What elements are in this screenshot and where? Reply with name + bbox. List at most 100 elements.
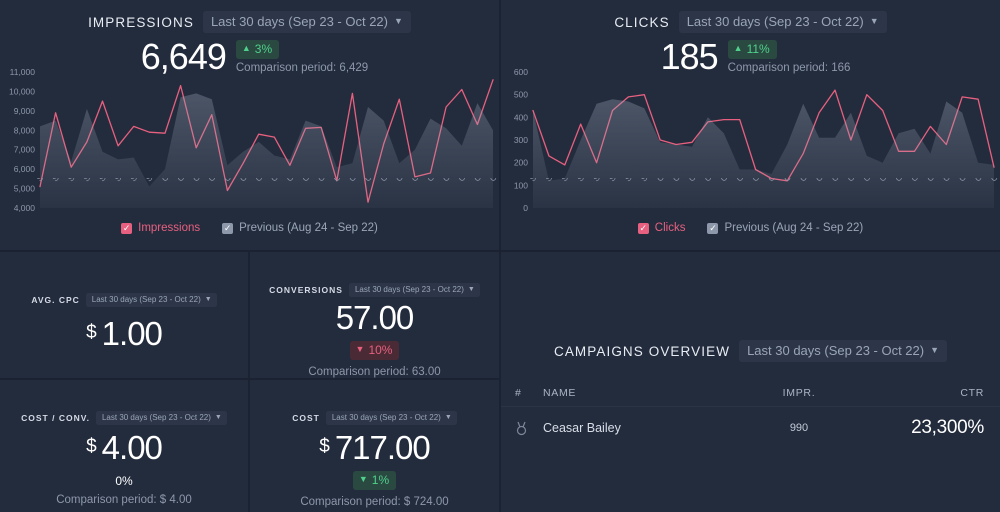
svg-text:Oct 22: Oct 22 (989, 178, 1000, 183)
clicks-delta-value: 11% (746, 41, 770, 56)
conversions-title: CONVERSIONS (269, 284, 343, 295)
cost-card: COST Last 30 days (Sep 23 - Oct 22) ▼ $ … (250, 380, 499, 512)
cost-delta-badge: ▼ 1% (352, 470, 397, 490)
impressions-date-range-label: Last 30 days (Sep 23 - Oct 22) (210, 14, 388, 29)
campaign-name-label: Ceasar Bailey (543, 421, 621, 435)
impressions-panel: IMPRESSIONS Last 30 days (Sep 23 - Oct 2… (0, 0, 511, 250)
conversions-date-range-selector[interactable]: Last 30 days (Sep 23 - Oct 22) ▼ (348, 283, 480, 297)
arrow-up-icon: ▲ (241, 43, 251, 54)
checkbox-checked-icon[interactable]: ✓ (222, 222, 234, 234)
checkbox-checked-icon[interactable]: ✓ (637, 222, 649, 234)
clicks-header: CLICKS Last 30 days (Sep 23 - Oct 22) ▼ (501, 0, 1000, 33)
conversions-header: CONVERSIONS Last 30 days (Sep 23 - Oct 2… (250, 252, 499, 297)
svg-text:600: 600 (514, 67, 528, 77)
campaigns-header: CAMPAIGNS OVERVIEW Last 30 days (Sep 23 … (501, 252, 1000, 362)
clicks-panel: CLICKS Last 30 days (Sep 23 - Oct 22) ▼ … (501, 0, 1000, 250)
analytics-dashboard: IMPRESSIONS Last 30 days (Sep 23 - Oct 2… (0, 0, 1000, 512)
legend-label-clicks: Clicks (654, 222, 686, 234)
impressions-title: IMPRESSIONS (88, 14, 194, 30)
conversions-value: 57.00 (335, 298, 415, 336)
table-row[interactable]: Ceasar Bailey 990 23,300% (501, 407, 1000, 449)
svg-text:300: 300 (514, 135, 528, 145)
chevron-down-icon: ▼ (214, 414, 222, 421)
svg-text:7,000: 7,000 (14, 145, 36, 155)
avg-cpc-value-row: $ 1.00 (0, 317, 248, 350)
cost-per-conv-title: COST / CONV. (21, 412, 90, 423)
avg-cpc-value: 1.00 (101, 314, 163, 352)
impressions-date-range-selector[interactable]: Last 30 days (Sep 23 - Oct 22) ▼ (202, 11, 411, 33)
clicks-date-range-label: Last 30 days (Sep 23 - Oct 22) (686, 14, 864, 29)
campaign-name: Ceasar Bailey (543, 421, 734, 435)
column-header-impressions: IMPR. (782, 387, 816, 399)
column-header-ctr: CTR (960, 387, 984, 399)
svg-text:Oct 22: Oct 22 (488, 178, 499, 183)
cost-per-conv-currency: $ (86, 436, 97, 457)
legend-label-previous: Previous (Aug 24 - Sep 22) (239, 222, 378, 234)
cost-per-conv-delta-value: 0% (115, 473, 133, 488)
conversions-delta-badge: ▼ 10% (349, 340, 400, 360)
medal-icon (516, 421, 527, 435)
impressions-legend: ✓ Impressions ✓ Previous (Aug 24 - Sep 2… (0, 222, 499, 234)
avg-cpc-title: AVG. CPC (31, 294, 80, 305)
clicks-xaxis: Sep 23Sep 24Sep 25Sep 26Sep 27Sep 28Sep … (501, 159, 1000, 218)
legend-label-impressions: Impressions (138, 222, 201, 234)
chevron-down-icon: ▼ (204, 296, 212, 303)
cost-value: 717.00 (334, 428, 431, 466)
chevron-down-icon: ▼ (444, 414, 452, 421)
cost-date-range-label: Last 30 days (Sep 23 - Oct 22) (331, 413, 441, 422)
cost-per-conv-value-row: $ 4.00 (0, 431, 248, 464)
chevron-down-icon: ▼ (467, 286, 475, 293)
avg-cpc-date-range-label: Last 30 days (Sep 23 - Oct 22) (91, 295, 201, 304)
cost-per-conv-comparison: Comparison period: $ 4.00 (56, 493, 192, 506)
checkbox-checked-icon[interactable]: ✓ (707, 222, 719, 234)
column-header-rank: # (515, 387, 522, 399)
campaigns-date-range-selector[interactable]: Last 30 days (Sep 23 - Oct 22) ▼ (739, 340, 948, 362)
campaign-impressions: 990 (789, 422, 809, 434)
clicks-legend: ✓ Clicks ✓ Previous (Aug 24 - Sep 22) (501, 222, 1000, 234)
cost-per-conv-card: COST / CONV. Last 30 days (Sep 23 - Oct … (0, 380, 248, 512)
legend-label-previous: Previous (Aug 24 - Sep 22) (724, 222, 864, 234)
chevron-down-icon: ▼ (869, 16, 879, 26)
legend-item-impressions[interactable]: ✓ Impressions (121, 222, 200, 234)
checkbox-checked-icon[interactable]: ✓ (121, 222, 133, 234)
svg-text:500: 500 (514, 90, 528, 100)
cost-per-conv-header: COST / CONV. Last 30 days (Sep 23 - Oct … (0, 380, 248, 425)
chevron-down-icon: ▼ (394, 16, 403, 26)
avg-cpc-header: AVG. CPC Last 30 days (Sep 23 - Oct 22) … (0, 252, 248, 307)
conversions-card: CONVERSIONS Last 30 days (Sep 23 - Oct 2… (250, 252, 499, 378)
clicks-date-range-selector[interactable]: Last 30 days (Sep 23 - Oct 22) ▼ (678, 11, 887, 33)
conversions-date-range-label: Last 30 days (Sep 23 - Oct 22) (354, 285, 464, 294)
impressions-header: IMPRESSIONS Last 30 days (Sep 23 - Oct 2… (0, 0, 499, 33)
cost-per-conv-date-range-label: Last 30 days (Sep 23 - Oct 22) (101, 413, 211, 422)
legend-item-previous[interactable]: ✓ Previous (Aug 24 - Sep 22) (222, 222, 378, 234)
avg-cpc-currency: $ (86, 322, 97, 343)
legend-item-clicks[interactable]: ✓ Clicks (637, 222, 686, 234)
svg-text:200: 200 (514, 158, 528, 168)
clicks-delta-badge: ▲ 11% (727, 39, 777, 60)
impressions-delta-badge: ▲ 3% (235, 39, 280, 60)
svg-text:9,000: 9,000 (14, 106, 36, 116)
campaigns-table: # NAME IMPR. CTR Ceasar Bailey 990 23,30… (501, 380, 1000, 449)
legend-item-previous[interactable]: ✓ Previous (Aug 24 - Sep 22) (707, 222, 863, 234)
campaigns-table-header: # NAME IMPR. CTR (501, 380, 1000, 406)
svg-text:6,000: 6,000 (14, 164, 36, 174)
impressions-delta-value: 3% (254, 41, 273, 56)
arrow-down-icon: ▼ (355, 344, 365, 355)
cost-header: COST Last 30 days (Sep 23 - Oct 22) ▼ (250, 380, 499, 425)
clicks-title: CLICKS (614, 14, 670, 30)
cost-date-range-selector[interactable]: Last 30 days (Sep 23 - Oct 22) ▼ (325, 411, 457, 425)
conversions-value-row: 57.00 (250, 301, 499, 334)
campaigns-overview-panel: CAMPAIGNS OVERVIEW Last 30 days (Sep 23 … (501, 252, 1000, 512)
svg-text:10,000: 10,000 (9, 86, 35, 96)
column-header-name: NAME (543, 387, 577, 399)
impressions-xaxis: Sep 23Sep 24Sep 25Sep 26Sep 27Sep 28Sep … (0, 159, 511, 218)
cost-per-conv-value: 4.00 (101, 428, 163, 466)
svg-text:400: 400 (514, 112, 528, 122)
avg-cpc-date-range-selector[interactable]: Last 30 days (Sep 23 - Oct 22) ▼ (85, 293, 217, 307)
cost-per-conv-date-range-selector[interactable]: Last 30 days (Sep 23 - Oct 22) ▼ (95, 411, 227, 425)
campaigns-title: CAMPAIGNS OVERVIEW (553, 343, 731, 359)
cost-currency: $ (319, 436, 330, 457)
cost-delta-value: 1% (371, 472, 390, 487)
arrow-up-icon: ▲ (733, 43, 743, 54)
cost-comparison: Comparison period: $ 724.00 (300, 495, 449, 508)
